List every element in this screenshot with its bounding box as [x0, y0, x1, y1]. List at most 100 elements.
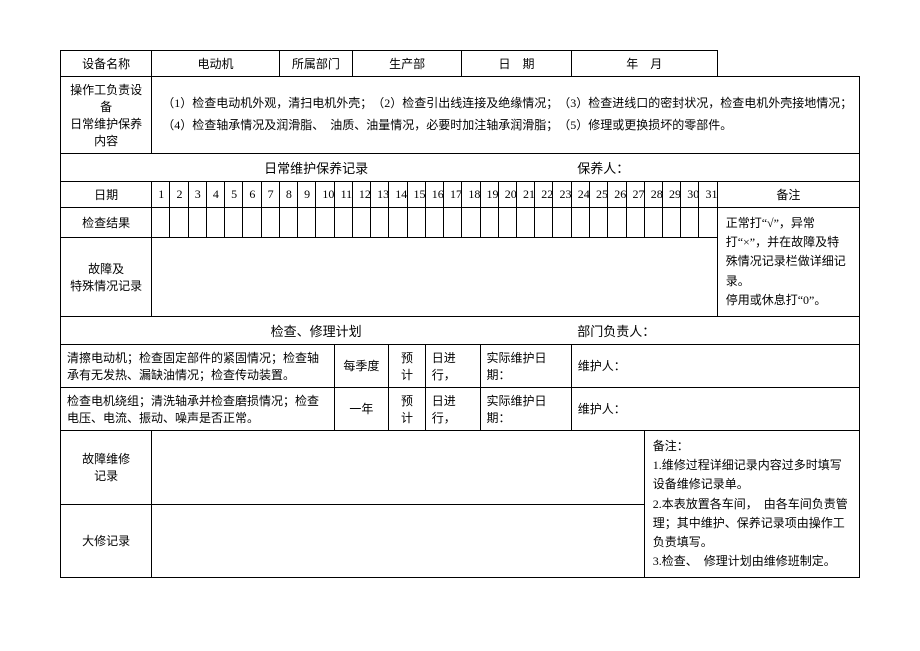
result-label: 检查结果 — [61, 208, 152, 238]
day-cell: 2 — [170, 182, 188, 208]
maintenance-form: 设备名称 电动机 所属部门 生产部 日 期 年 月 操作工负责设备 日常维护保养… — [60, 50, 860, 578]
fault-record-cell[interactable] — [152, 237, 717, 316]
result-cell[interactable] — [371, 208, 389, 238]
result-cell[interactable] — [444, 208, 462, 238]
dept-label: 所属部门 — [279, 51, 352, 77]
day-cell: 25 — [590, 182, 608, 208]
day-cell: 30 — [681, 182, 699, 208]
date-label: 日 期 — [462, 51, 571, 77]
result-cell[interactable] — [389, 208, 407, 238]
result-cell[interactable] — [225, 208, 243, 238]
day-cell: 27 — [626, 182, 644, 208]
plan-maint-1: 维护人： — [571, 344, 859, 387]
result-cell[interactable] — [480, 208, 498, 238]
side-notes-2: 2.本表放置各车间， 由各车间负责管理；其中维护、保养记录项由操作工负责填写。 — [653, 495, 851, 553]
day-cell: 4 — [206, 182, 224, 208]
day-cell: 29 — [662, 182, 680, 208]
content-label: 操作工负责设备 日常维护保养内容 — [61, 77, 152, 154]
plan-maint-2: 维护人： — [571, 387, 859, 430]
plan-actual-1: 实际维护日期： — [480, 344, 571, 387]
overhaul-cell[interactable] — [152, 504, 645, 578]
day-cell: 6 — [243, 182, 261, 208]
day-cell: 21 — [517, 182, 535, 208]
day-cell: 24 — [571, 182, 589, 208]
result-cell[interactable] — [535, 208, 553, 238]
plan-pre-2: 预计 — [389, 387, 425, 430]
result-cell[interactable] — [553, 208, 571, 238]
side-notes: 备注： 1.维修过程详细记录内容过多时填写设备维修记录单。 2.本表放置各车间，… — [644, 430, 859, 577]
day-cell: 10 — [316, 182, 334, 208]
plan-day-1: 日进行， — [425, 344, 480, 387]
equip-name-label: 设备名称 — [61, 51, 152, 77]
equip-name-value: 电动机 — [152, 51, 280, 77]
result-cell[interactable] — [298, 208, 316, 238]
maintainer-label: 保养人： — [571, 154, 859, 182]
day-cell: 15 — [407, 182, 425, 208]
result-cell[interactable] — [662, 208, 680, 238]
side-notes-1: 1.维修过程详细记录内容过多时填写设备维修记录单。 — [653, 456, 851, 494]
plan-cycle-1: 每季度 — [334, 344, 389, 387]
fault-label: 故障及 特殊情况记录 — [61, 237, 152, 316]
day-cell: 17 — [444, 182, 462, 208]
overhaul-label: 大修记录 — [61, 504, 152, 578]
result-cell[interactable] — [626, 208, 644, 238]
date-col-label: 日期 — [61, 182, 152, 208]
day-cell: 5 — [225, 182, 243, 208]
result-cell[interactable] — [590, 208, 608, 238]
day-cell: 1 — [152, 182, 170, 208]
day-cell: 3 — [188, 182, 206, 208]
day-cell: 20 — [498, 182, 516, 208]
remark-text: 正常打“√”，异常打“×”，并在故障及特殊情况记录栏做详细记录。 停用或休息打“… — [717, 208, 859, 317]
result-cell[interactable] — [152, 208, 170, 238]
day-cell: 23 — [553, 182, 571, 208]
day-cell: 14 — [389, 182, 407, 208]
day-cell: 11 — [334, 182, 352, 208]
result-cell[interactable] — [334, 208, 352, 238]
result-cell[interactable] — [608, 208, 626, 238]
plan-title: 检查、修理计划 — [61, 316, 572, 344]
result-cell[interactable] — [243, 208, 261, 238]
day-cell: 19 — [480, 182, 498, 208]
result-cell[interactable] — [316, 208, 334, 238]
content-body: （1）检查电动机外观，清扫电机外壳； （2）检查引出线连接及绝缘情况； （3）检… — [152, 77, 860, 154]
day-cell: 18 — [462, 182, 480, 208]
result-cell[interactable] — [407, 208, 425, 238]
day-cell: 9 — [298, 182, 316, 208]
result-cell[interactable] — [462, 208, 480, 238]
day-cell: 12 — [352, 182, 370, 208]
result-cell[interactable] — [571, 208, 589, 238]
result-cell[interactable] — [352, 208, 370, 238]
plan-actual-2: 实际维护日期： — [480, 387, 571, 430]
result-cell[interactable] — [279, 208, 297, 238]
dept-head-label: 部门负责人： — [571, 316, 859, 344]
side-notes-title: 备注： — [653, 437, 851, 456]
result-cell[interactable] — [261, 208, 279, 238]
remark-label: 备注 — [717, 182, 859, 208]
result-cell[interactable] — [644, 208, 662, 238]
result-cell[interactable] — [517, 208, 535, 238]
result-cell[interactable] — [699, 208, 717, 238]
plan-cycle-2: 一年 — [334, 387, 389, 430]
plan-day-2: 日进行， — [425, 387, 480, 430]
result-cell[interactable] — [498, 208, 516, 238]
day-cell: 13 — [371, 182, 389, 208]
side-notes-3: 3.检查、 修理计划由维修班制定。 — [653, 552, 851, 571]
content-line-1: （1）检查电动机外观，清扫电机外壳； （2）检查引出线连接及绝缘情况； （3）检… — [162, 93, 853, 115]
fault-repair-cell[interactable] — [152, 430, 645, 504]
day-cell: 31 — [699, 182, 717, 208]
day-cell: 8 — [279, 182, 297, 208]
daily-record-title: 日常维护保养记录 — [61, 154, 572, 182]
result-cell[interactable] — [188, 208, 206, 238]
plan-desc-2: 检查电机绕组；清洗轴承并检查磨损情况；检查电压、电流、振动、噪声是否正常。 — [61, 387, 335, 430]
result-cell[interactable] — [425, 208, 443, 238]
plan-pre-1: 预计 — [389, 344, 425, 387]
plan-desc-1: 清擦电动机；检查固定部件的紧固情况；检查轴承有无发热、漏缺油情况；检查传动装置。 — [61, 344, 335, 387]
result-cell[interactable] — [170, 208, 188, 238]
dept-value: 生产部 — [352, 51, 461, 77]
day-cell: 7 — [261, 182, 279, 208]
result-cell[interactable] — [206, 208, 224, 238]
result-cell[interactable] — [681, 208, 699, 238]
day-cell: 22 — [535, 182, 553, 208]
date-value: 年 月 — [571, 51, 717, 77]
day-cell: 26 — [608, 182, 626, 208]
